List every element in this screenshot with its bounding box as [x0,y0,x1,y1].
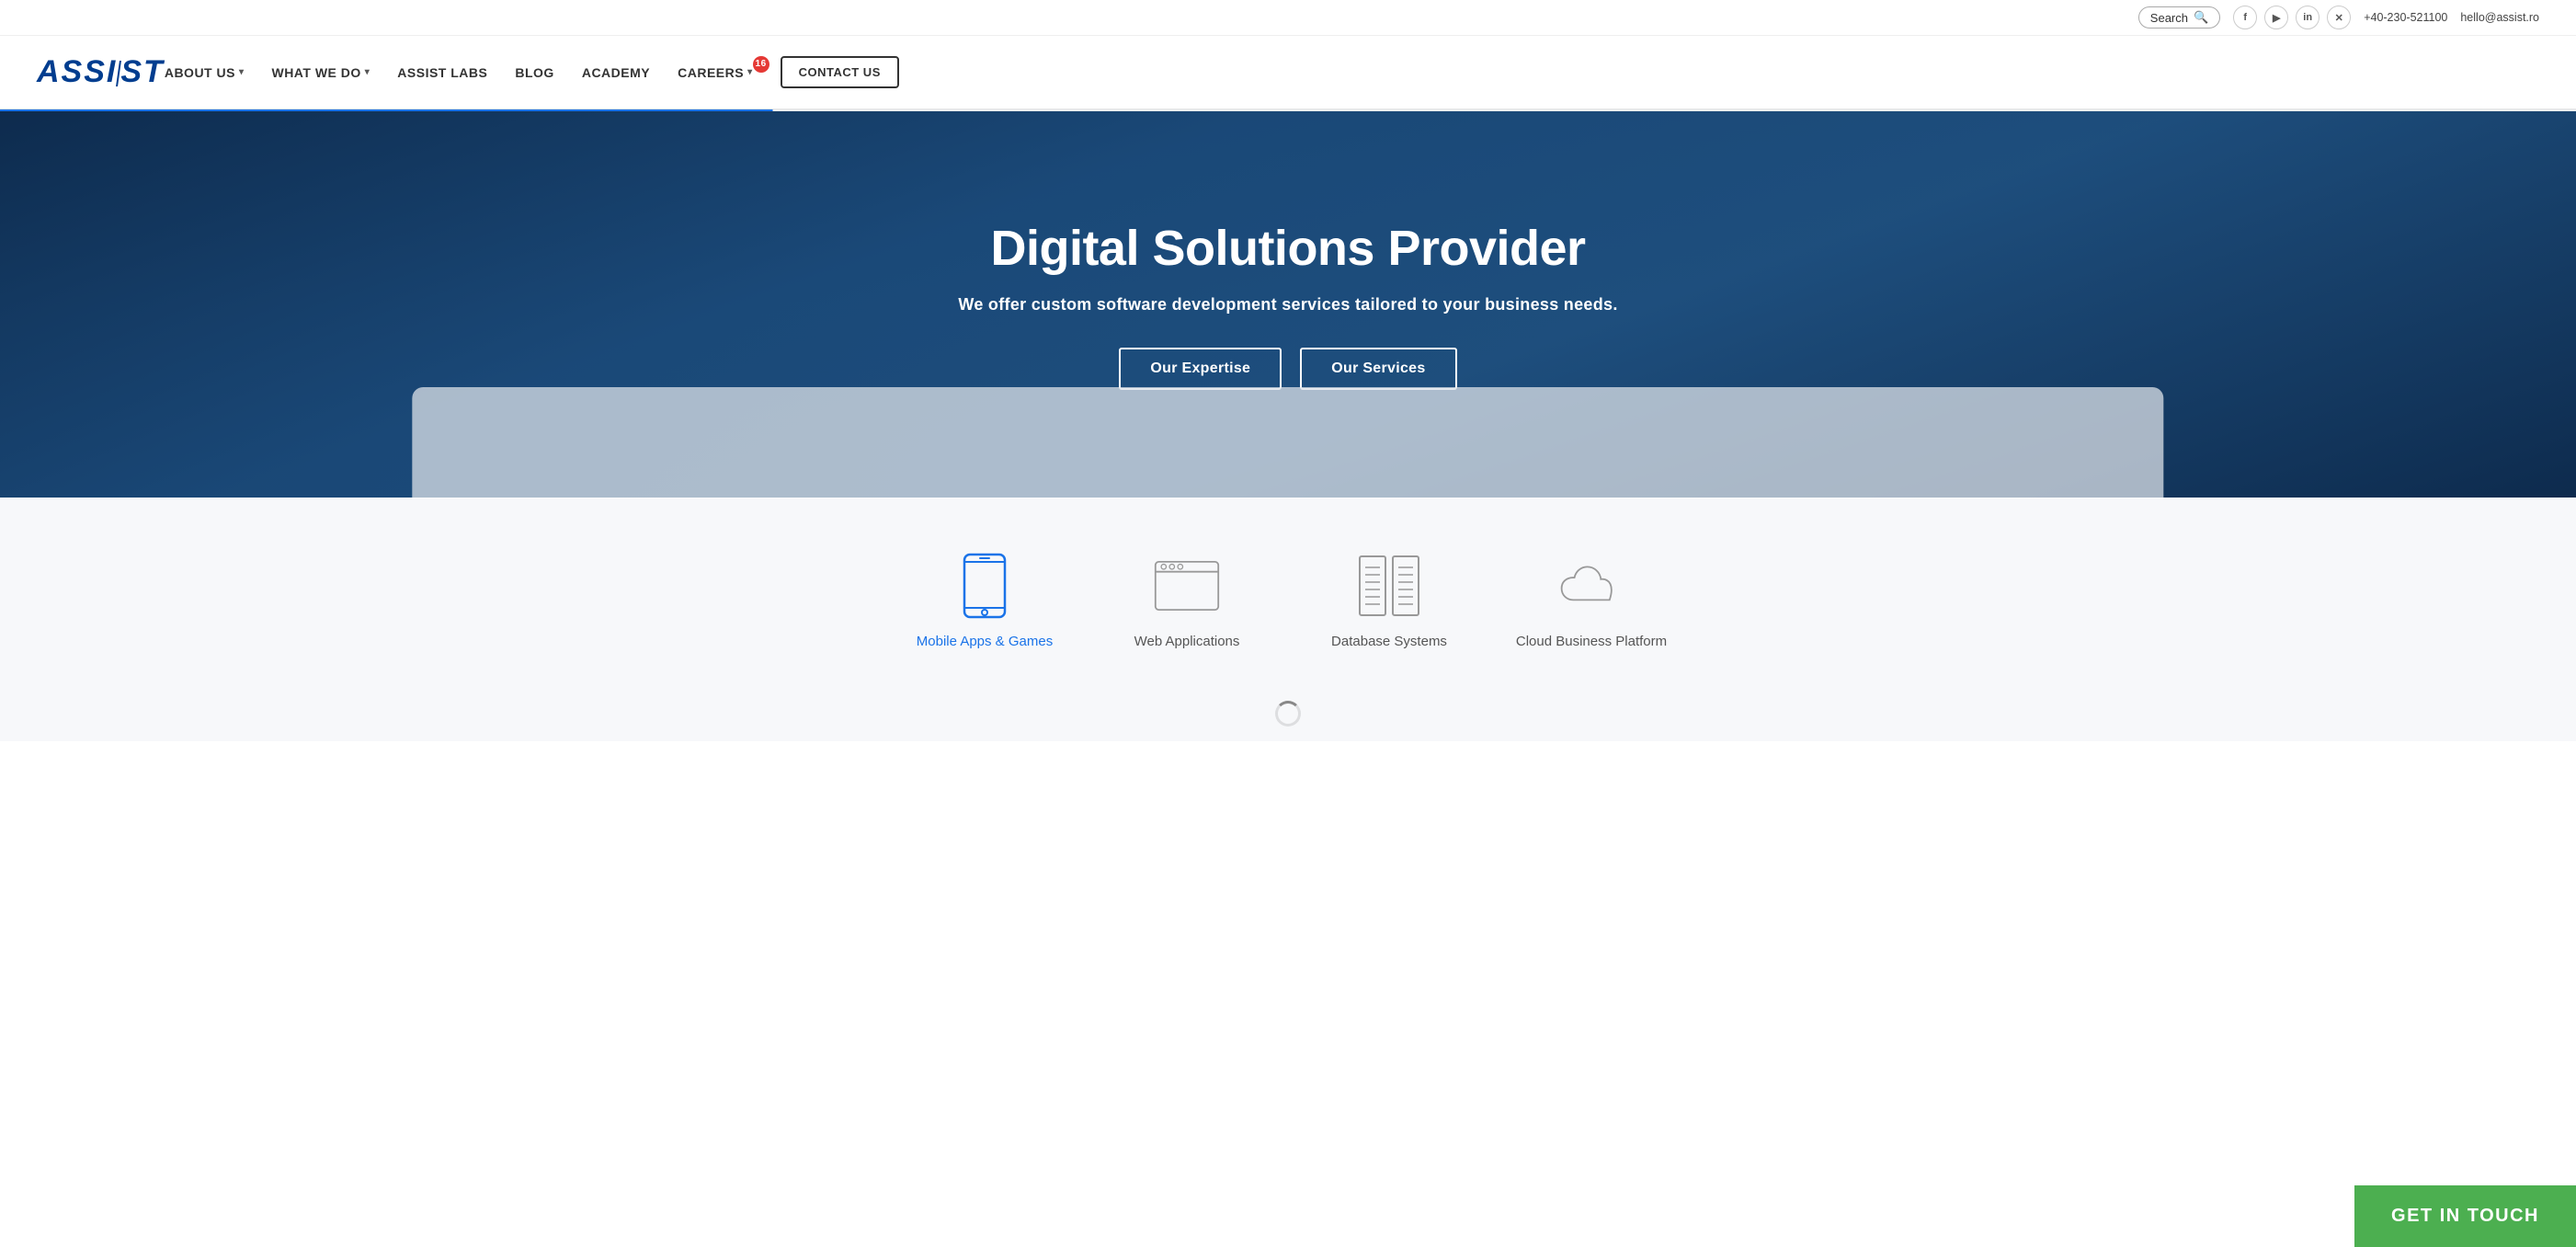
web-applications-icon [1154,553,1220,619]
service-mobile-apps[interactable]: Mobile Apps & Games [883,553,1086,649]
contact-us-button[interactable]: CONTACT US [781,56,899,88]
email-address: hello@assist.ro [2460,11,2539,24]
service-web-applications[interactable]: Web Applications [1086,553,1288,649]
nav-academy[interactable]: ACADEMY [582,65,650,80]
contact-info: +40-230-521100 hello@assist.ro [2364,11,2539,24]
search-icon: 🔍 [2194,10,2208,25]
nav-about-us[interactable]: ABOUT US ▾ [165,65,245,80]
nav-links: ABOUT US ▾ WHAT WE DO ▾ ASSIST LABS BLOG… [165,56,899,88]
nav-blog[interactable]: BLOG [515,65,553,80]
chevron-down-icon: ▾ [747,67,753,77]
services-section: Mobile Apps & Games Web Applications [0,498,2576,686]
hero-subheading: We offer custom software development ser… [958,295,1617,315]
logo-text: ASS [37,54,107,89]
youtube-icon[interactable]: ▶ [2264,6,2288,29]
careers-badge: 16 [753,56,769,73]
top-bar: Search 🔍 f ▶ in ✕ +40-230-521100 hello@a… [0,0,2576,36]
nav-careers[interactable]: CAREERS 16 ▾ [678,65,753,80]
our-services-button[interactable]: Our Services [1300,348,1456,390]
xing-icon[interactable]: ✕ [2327,6,2351,29]
loading-area [0,686,2576,741]
phone-number: +40-230-521100 [2364,11,2447,24]
get-in-touch-button[interactable]: GET IN TOUCH [2354,1185,2576,1247]
card-tray [412,387,2163,498]
database-systems-icon [1356,553,1422,619]
chevron-down-icon: ▾ [365,67,370,77]
linkedin-icon[interactable]: in [2296,6,2320,29]
hero-heading: Digital Solutions Provider [958,220,1617,277]
logo-highlight: IST [107,54,165,89]
hero-buttons: Our Expertise Our Services [958,348,1617,390]
hero-section: Digital Solutions Provider We offer cust… [0,111,2576,498]
mobile-apps-icon [952,553,1018,619]
loading-spinner [1275,701,1301,726]
cloud-platform-label: Cloud Business Platform [1516,634,1667,649]
search-label: Search [2150,11,2188,25]
facebook-icon[interactable]: f [2233,6,2257,29]
logo[interactable]: ASSIST [37,54,165,90]
cloud-platform-icon [1558,553,1624,619]
our-expertise-button[interactable]: Our Expertise [1119,348,1282,390]
service-database-systems[interactable]: Database Systems [1288,553,1490,649]
database-systems-label: Database Systems [1331,634,1447,649]
chevron-down-icon: ▾ [239,67,245,77]
nav-contact-us[interactable]: CONTACT US [781,56,899,88]
service-cloud-platform[interactable]: Cloud Business Platform [1490,553,1693,649]
mobile-apps-label: Mobile Apps & Games [917,634,1053,649]
search-box[interactable]: Search 🔍 [2138,6,2220,29]
social-icons: f ▶ in ✕ [2233,6,2351,29]
navbar: ASSIST ABOUT US ▾ WHAT WE DO ▾ ASSIST LA… [0,36,2576,109]
hero-content: Digital Solutions Provider We offer cust… [940,220,1636,390]
nav-what-we-do[interactable]: WHAT WE DO ▾ [271,65,370,80]
nav-assist-labs[interactable]: ASSIST LABS [397,65,487,80]
web-applications-label: Web Applications [1134,634,1240,649]
